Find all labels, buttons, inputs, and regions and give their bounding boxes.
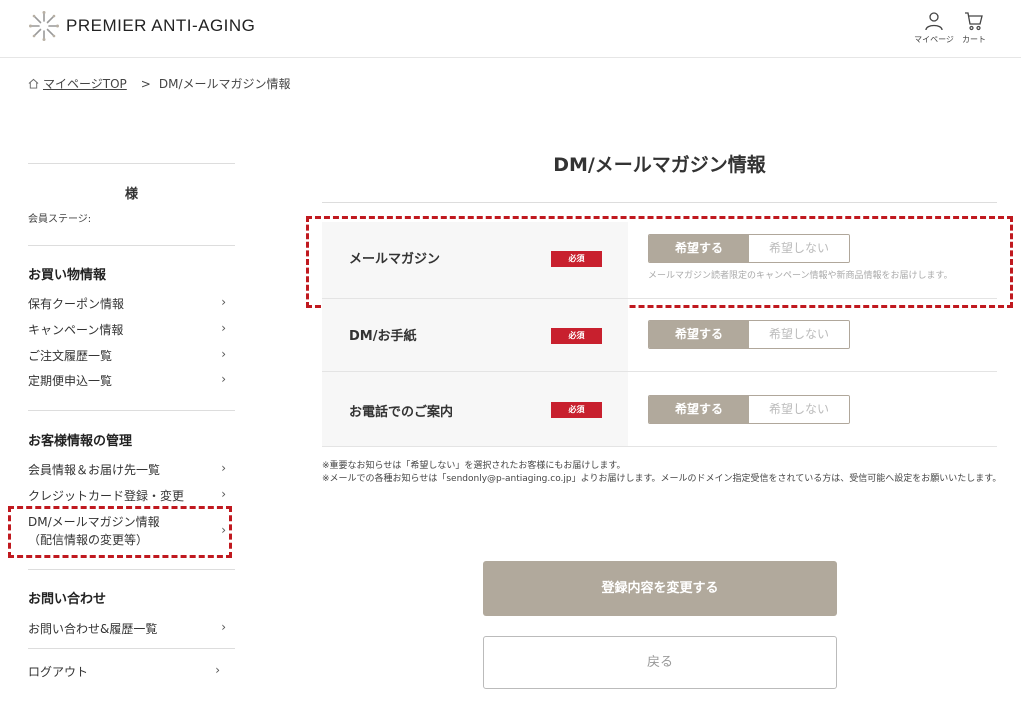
chevron-right-icon: › <box>221 461 226 475</box>
section-heading-shopping: お買い物情報 <box>28 268 107 283</box>
submit-button[interactable]: 登録内容を変更する <box>483 561 837 616</box>
logo[interactable]: PREMIER ANTI-AGING <box>28 10 255 42</box>
required-badge: 必須 <box>551 328 602 344</box>
option-not-want-button[interactable]: 希望しない <box>749 396 849 423</box>
site-header: PREMIER ANTI-AGING マイページ カート <box>0 0 1021 58</box>
sidebar-item-label: クレジットカード登録・変更 <box>28 489 185 503</box>
cart-label: カート <box>962 35 986 44</box>
sidebar-item-label: お問い合わせ&履歴一覧 <box>28 622 158 636</box>
logout-label: ログアウト <box>28 665 89 679</box>
divider <box>28 245 235 246</box>
chevron-right-icon: › <box>221 487 226 501</box>
home-icon <box>28 78 39 89</box>
divider <box>322 202 997 203</box>
highlight-box-sidebar <box>8 506 232 558</box>
sidebar-item-campaigns[interactable]: キャンペーン情報 › <box>28 321 226 338</box>
cart-icon <box>965 12 983 31</box>
option-want-button[interactable]: 希望する <box>649 321 749 348</box>
option-want-button[interactable]: 希望する <box>649 396 749 423</box>
section-heading-contact: お問い合わせ <box>28 592 107 607</box>
chevron-right-icon: › <box>221 347 226 361</box>
sidebar-item-label: 会員情報＆お届け先一覧 <box>28 463 161 477</box>
logo-text: PREMIER ANTI-AGING <box>66 16 256 35</box>
member-stage: 会員ステージ: <box>28 214 92 225</box>
option-not-want-button[interactable]: 希望しない <box>749 321 849 348</box>
sidebar-item-label: 保有クーポン情報 <box>28 297 125 311</box>
sidebar-item-subscriptions[interactable]: 定期便申込一覧 › <box>28 372 226 389</box>
phone-toggle: 希望する 希望しない <box>648 395 850 424</box>
breadcrumb-separator: > <box>140 76 151 91</box>
divider <box>28 163 235 164</box>
breadcrumb-home-link[interactable]: マイページTOP <box>43 75 127 92</box>
notes: ※重要なお知らせは「希望しない」を選択されたお客様にもお届けします。 ※メールで… <box>322 460 1002 486</box>
form-row-phone: お電話でのご案内 必須 希望する 希望しない <box>322 372 997 447</box>
user-icon <box>925 12 943 31</box>
sidebar-item-credit-card[interactable]: クレジットカード登録・変更 › <box>28 487 226 504</box>
sidebar-item-label: ご注文履歴一覧 <box>28 349 113 363</box>
breadcrumb: マイページTOP > DM/メールマガジン情報 <box>28 75 290 92</box>
cart-link[interactable]: カート <box>950 11 998 45</box>
divider <box>28 648 235 649</box>
required-badge: 必須 <box>551 402 602 418</box>
logout-link[interactable]: ログアウト › <box>28 663 220 680</box>
field-label: お電話でのご案内 <box>349 405 454 420</box>
page-title: DM/メールマガジン情報 <box>553 154 766 176</box>
sidebar-item-label: キャンペーン情報 <box>28 323 124 337</box>
sidebar-item-order-history[interactable]: ご注文履歴一覧 › <box>28 347 226 364</box>
logo-mark-icon <box>29 11 59 41</box>
chevron-right-icon: › <box>221 620 226 634</box>
form-row-dm-letter: DM/お手紙 必須 希望する 希望しない <box>322 299 997 372</box>
field-label: DM/お手紙 <box>349 329 417 344</box>
chevron-right-icon: › <box>221 372 226 386</box>
divider <box>28 410 235 411</box>
customer-name: 様 <box>124 187 138 202</box>
sidebar-item-member-info[interactable]: 会員情報＆お届け先一覧 › <box>28 461 226 478</box>
note-line: ※重要なお知らせは「希望しない」を選択されたお客様にもお届けします。 <box>322 461 626 471</box>
breadcrumb-current: DM/メールマガジン情報 <box>158 77 291 91</box>
chevron-right-icon: › <box>221 295 226 309</box>
highlight-box-main <box>306 216 1013 308</box>
sidebar-item-inquiries[interactable]: お問い合わせ&履歴一覧 › <box>28 620 226 637</box>
sidebar-item-label: 定期便申込一覧 <box>28 374 113 388</box>
dm-letter-toggle: 希望する 希望しない <box>648 320 850 349</box>
note-line: ※メールでの各種お知らせは「sendonly@p-antiaging.co.jp… <box>322 474 1002 484</box>
divider <box>28 569 235 570</box>
chevron-right-icon: › <box>221 321 226 335</box>
sidebar-item-coupons[interactable]: 保有クーポン情報 › <box>28 295 226 312</box>
back-button[interactable]: 戻る <box>483 636 837 689</box>
mypage-label: マイページ <box>914 35 954 44</box>
chevron-right-icon: › <box>215 663 220 677</box>
section-heading-account: お客様情報の管理 <box>28 434 133 449</box>
